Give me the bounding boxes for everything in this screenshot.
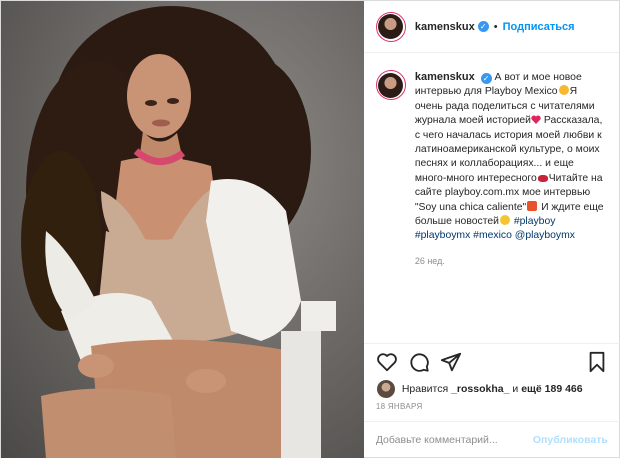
hashtag-mexico[interactable]: #mexico — [473, 230, 512, 241]
bookmark-icon[interactable] — [586, 351, 608, 373]
woman-portrait-image — [21, 6, 336, 458]
comment-form: Опубликовать — [375, 422, 608, 458]
share-icon[interactable] — [440, 351, 462, 373]
separator-dot: • — [493, 20, 498, 33]
comment-input[interactable] — [375, 434, 533, 446]
post-side-panel: kamenskux ✓ • Подписаться kamenskux ✓ А … — [363, 1, 620, 458]
hashtag-playboy[interactable]: #playboy — [514, 216, 556, 227]
caption-scroll-area[interactable]: kamenskux ✓ А вот и мое новое интервью д… — [364, 54, 620, 344]
liker-avatar[interactable] — [375, 379, 396, 399]
post-header: kamenskux ✓ • Подписаться — [363, 1, 619, 53]
collision-emoji-icon — [527, 200, 538, 211]
verified-badge-icon: ✓ — [480, 73, 492, 84]
smile-emoji-icon — [499, 215, 510, 226]
red-heart-emoji-icon — [531, 115, 541, 125]
caption-author-avatar[interactable] — [375, 70, 406, 100]
heart-eyes-emoji-icon — [558, 85, 569, 96]
publish-button[interactable]: Опубликовать — [533, 434, 608, 446]
lips-emoji-icon — [537, 174, 548, 182]
verified-badge-icon: ✓ — [477, 21, 489, 32]
heart-icon[interactable] — [376, 351, 398, 373]
post-date[interactable]: 18 ЯНВАРЯ — [376, 402, 423, 411]
post-actions — [376, 351, 608, 375]
likes-middle: и — [512, 383, 519, 395]
caption: kamenskux ✓ А вот и мое новое интервью д… — [375, 70, 608, 268]
author-username[interactable]: kamenskux — [415, 21, 475, 33]
liker-username[interactable]: _rossokha_ — [451, 383, 509, 395]
likes-count[interactable]: ещё 189 466 — [521, 383, 582, 395]
author-avatar[interactable] — [375, 11, 406, 42]
post-photo[interactable] — [1, 1, 364, 458]
mention-playboymx[interactable]: @playboymx — [515, 230, 575, 241]
likes-summary: Нравится _rossokha_ и ещё 189 466 — [375, 379, 583, 399]
caption-author-username[interactable]: kamenskux — [415, 71, 475, 83]
instagram-post: kamenskux ✓ • Подписаться kamenskux ✓ А … — [0, 0, 620, 458]
likes-prefix: Нравится — [401, 383, 449, 395]
caption-timestamp: 26 нед. — [414, 255, 445, 266]
caption-body: kamenskux ✓ А вот и мое новое интервью д… — [415, 70, 607, 268]
hashtag-playboymx[interactable]: #playboymx — [415, 230, 470, 241]
divider — [363, 343, 620, 344]
comment-icon[interactable] — [408, 351, 430, 373]
follow-button[interactable]: Подписаться — [503, 21, 575, 33]
